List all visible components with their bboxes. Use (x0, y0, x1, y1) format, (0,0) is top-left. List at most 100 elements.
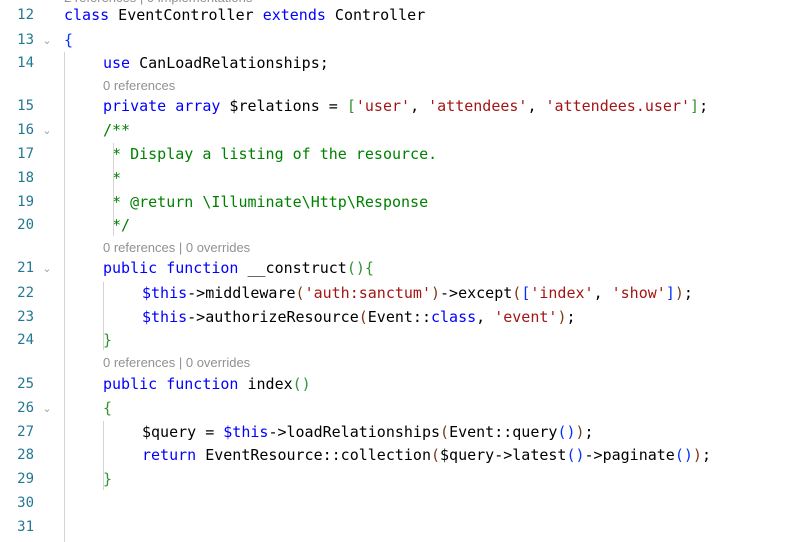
code-token: $this (223, 423, 269, 441)
line-number: 23 (17, 309, 34, 325)
line-number: 25 (17, 376, 34, 392)
code-line[interactable]: 19 * @return \Illuminate\Http\Response (0, 191, 798, 214)
code-line[interactable]: 23 $this->authorizeResource(Event::class,… (0, 306, 798, 329)
code-token: ( (440, 423, 450, 441)
line-number: 16 (17, 122, 34, 138)
code-token: ] (665, 284, 675, 302)
code-text: } (103, 329, 112, 352)
code-line[interactable]: 24} (0, 329, 798, 352)
code-token: { (103, 399, 113, 417)
code-token: use (103, 54, 131, 72)
code-token: Event:: (367, 308, 431, 326)
code-line[interactable]: 12 class EventController extends Controll… (0, 4, 798, 27)
code-text: { (103, 397, 112, 420)
code-token: public (103, 375, 158, 393)
code-token: ->middleware (187, 284, 296, 302)
code-token: ->paginate (584, 446, 675, 464)
code-token: * Display a listing of the resource. (103, 145, 438, 163)
code-text: } (103, 468, 112, 491)
code-editor[interactable]: 2 references | 0 implementations 12class… (0, 0, 798, 542)
code-token: ) (575, 423, 585, 441)
code-text: return EventResource::collection($query-… (142, 444, 711, 467)
code-token: Event::query (449, 423, 558, 441)
fold-chevron-icon[interactable]: ⌄ (41, 29, 53, 52)
code-line[interactable]: 30 (0, 492, 798, 515)
code-token: private (103, 97, 167, 115)
code-token: __construct (238, 259, 347, 277)
code-line[interactable]: 22 $this->middleware('auth:sanctum')->exc… (0, 282, 798, 305)
code-line[interactable]: 26 ⌄ { (0, 397, 798, 420)
line-number: 31 (17, 519, 34, 535)
code-lens-label[interactable]: 0 references | 0 overrides (103, 238, 250, 258)
indent-guide (113, 143, 114, 236)
code-token: public (103, 259, 158, 277)
fold-chevron-icon[interactable]: ⌄ (41, 119, 53, 142)
line-number: 29 (17, 471, 34, 487)
code-token: index (238, 375, 293, 393)
code-token: [ (521, 284, 531, 302)
code-lens-row: 0 references | 0 overrides (0, 353, 798, 373)
code-lens-label[interactable]: 0 references (103, 76, 175, 96)
line-number: 27 (17, 424, 34, 440)
code-line[interactable]: 13 ⌄ { (0, 29, 798, 52)
code-line[interactable]: 28 return EventResource::collection($quer… (0, 444, 798, 467)
code-text: use CanLoadRelationships; (103, 52, 329, 75)
code-token: ; (584, 423, 594, 441)
line-number: 19 (17, 194, 34, 210)
line-number: 22 (17, 285, 34, 301)
code-token: ->loadRelationships (268, 423, 441, 441)
code-line[interactable]: 16 ⌄ /** (0, 119, 798, 142)
line-number: 13 (17, 32, 34, 48)
line-number: 30 (17, 495, 34, 511)
code-line[interactable]: 20 */ (0, 214, 798, 237)
code-token: return (142, 446, 197, 464)
code-text: $query = $this->loadRelationships(Event:… (142, 421, 594, 444)
fold-chevron-icon[interactable]: ⌄ (41, 257, 53, 280)
indent-guide (64, 52, 65, 542)
code-lens-row: 0 references (0, 76, 798, 96)
code-token: () (674, 446, 693, 464)
code-token: $this (142, 284, 188, 302)
line-number: 14 (17, 55, 34, 71)
code-text: */ (103, 214, 130, 237)
code-token: } (103, 470, 113, 488)
code-token: ) (674, 284, 684, 302)
code-line[interactable]: 29} (0, 468, 798, 491)
code-line[interactable]: 25 public function index() (0, 373, 798, 396)
code-line[interactable]: 17 * Display a listing of the resource. (0, 143, 798, 166)
code-line[interactable]: 15 private array $relations = ['user', 'a… (0, 95, 798, 118)
line-number: 21 (17, 260, 34, 276)
code-text: * @return \Illuminate\Http\Response (103, 191, 428, 214)
code-line[interactable]: 31 (0, 516, 798, 539)
code-line[interactable]: 27 $query = $this->loadRelationships(Even… (0, 421, 798, 444)
line-number: 26 (17, 400, 34, 416)
code-text: public function __construct(){ (103, 257, 374, 280)
code-line[interactable]: 21 ⌄ public function __construct(){ (0, 257, 798, 280)
indent-guide (103, 421, 104, 490)
code-token: ->except (440, 284, 513, 302)
line-number: 24 (17, 332, 34, 348)
code-text: /** (103, 119, 130, 142)
code-text: class EventController extends Controller (64, 4, 425, 27)
code-line[interactable]: 18 * (0, 167, 798, 190)
code-token: ( (431, 446, 441, 464)
code-token: 'show' (611, 284, 666, 302)
code-token: ] (690, 97, 700, 115)
code-line[interactable]: 14 use CanLoadRelationships; (0, 52, 798, 75)
code-token: , (410, 97, 429, 115)
code-token: { (364, 259, 374, 277)
code-text: private array $relations = ['user', 'att… (103, 95, 708, 118)
code-token: $this (142, 308, 188, 326)
code-token: ( (512, 284, 522, 302)
code-token: [ (346, 97, 356, 115)
code-token: ( (295, 284, 305, 302)
code-lens-label[interactable]: 0 references | 0 overrides (103, 353, 250, 373)
code-token: ->authorizeResource (187, 308, 359, 326)
code-token: ( (358, 308, 368, 326)
fold-chevron-icon[interactable]: ⌄ (41, 397, 53, 420)
code-token: CanLoadRelationships; (130, 54, 329, 72)
code-token: 'attendees' (428, 97, 528, 115)
code-token: $relations = (220, 97, 347, 115)
